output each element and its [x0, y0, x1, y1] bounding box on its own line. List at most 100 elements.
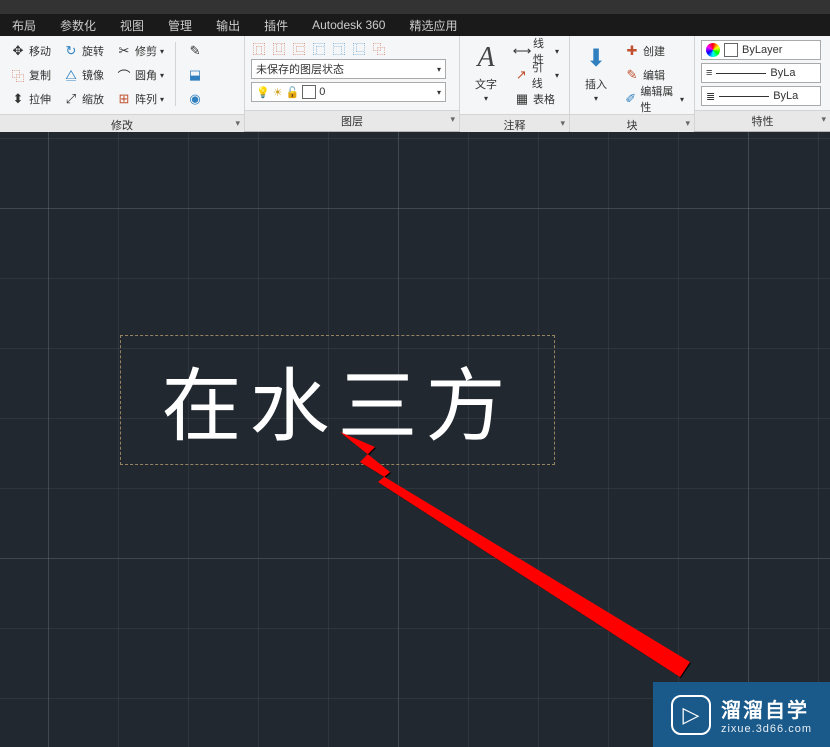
layer-tool-1[interactable]: ⿵ [251, 40, 267, 56]
layer-combo[interactable]: 💡 ☀ 🔓 0 ▾ [251, 82, 446, 102]
panel-dropdown-icon[interactable]: ▾ [235, 118, 240, 129]
stretch-button[interactable]: ⬍ 拉伸 [6, 88, 55, 110]
layer-tool-3[interactable]: ⿷ [291, 40, 307, 56]
panel-block: ⬇ 插入 ▾ ✚ 创建 ✎ 编辑 ✐ 编辑属性 ▾ [570, 36, 695, 131]
layer-tool-6[interactable]: ⿺ [351, 40, 367, 56]
layer-state-combo[interactable]: 未保存的图层状态 ▾ [251, 59, 446, 79]
color-swatch [724, 43, 738, 57]
layer-tool-7[interactable]: ⿻ [371, 40, 387, 56]
menu-parametric[interactable]: 参数化 [50, 14, 106, 37]
scale-button[interactable]: ⤢ 缩放 [59, 88, 108, 110]
editattr-button[interactable]: ✐ 编辑属性 ▾ [620, 88, 688, 110]
panel-dropdown-icon[interactable]: ▾ [450, 114, 455, 125]
panel-dropdown-icon[interactable]: ▾ [685, 118, 690, 129]
trim-label: 修剪 [135, 43, 157, 59]
panel-dropdown-icon[interactable]: ▾ [821, 114, 826, 125]
array-button[interactable]: ⊞ 阵列 ▾ [112, 88, 168, 110]
lineweight-label: ByLa [770, 67, 795, 79]
linetype-sample [719, 96, 769, 97]
trim-icon: ✂ [116, 43, 132, 59]
array-label: 阵列 [135, 91, 157, 107]
leader-label: 引线 [532, 59, 552, 91]
move-icon: ✥ [10, 43, 26, 59]
ribbon: ✥ 移动 ⿻ 复制 ⬍ 拉伸 ↻ 旋转 ⧋ 镜像 [0, 36, 830, 132]
layer-color-swatch [302, 85, 316, 99]
create-label: 创建 [643, 43, 665, 59]
drawing-canvas[interactable]: 在水三方 ▷ 溜溜自学 zixue.3d66.com [0, 132, 830, 747]
menu-plugins[interactable]: 插件 [254, 14, 298, 37]
table-icon: ▦ [514, 91, 530, 107]
stretch-label: 拉伸 [29, 91, 51, 107]
leader-button[interactable]: ↗ 引线 ▾ [510, 64, 563, 86]
fillet-button[interactable]: ⌒ 圆角 ▾ [112, 64, 168, 86]
table-button[interactable]: ▦ 表格 [510, 88, 563, 110]
lineweight-icon: ≡ [706, 67, 712, 79]
panel-properties-title: 特性 ▾ [695, 110, 830, 131]
menu-manage[interactable]: 管理 [158, 14, 202, 37]
scale-icon: ⤢ [63, 91, 79, 107]
create-button[interactable]: ✚ 创建 [620, 40, 688, 62]
layer-tool-4[interactable]: ⿸ [311, 40, 327, 56]
rotate-icon: ↻ [63, 43, 79, 59]
text-entity[interactable]: 在水三方 [120, 335, 555, 465]
panel-layers: ⿵ ⿶ ⿷ ⿸ ⿹ ⿺ ⿻ 未保存的图层状态 ▾ 💡 ☀ 🔓 0 [245, 36, 460, 131]
layer-tool-5[interactable]: ⿹ [331, 40, 347, 56]
offset-button[interactable]: ◉ [183, 88, 207, 110]
panel-layers-title: 图层 ▾ [245, 110, 459, 131]
menu-view[interactable]: 视图 [110, 14, 154, 37]
fillet-label: 圆角 [135, 67, 157, 83]
insert-icon: ⬇ [580, 42, 612, 74]
mirror-button[interactable]: ⧋ 镜像 [59, 64, 108, 86]
copy-button[interactable]: ⿻ 复制 [6, 64, 55, 86]
watermark-sub: zixue.3d66.com [721, 723, 812, 735]
copy-icon: ⿻ [10, 67, 26, 83]
sun-icon: ☀ [273, 86, 283, 99]
layer-tool-2[interactable]: ⿶ [271, 40, 287, 56]
panel-dropdown-icon[interactable]: ▾ [560, 118, 565, 129]
play-icon: ▷ [671, 695, 711, 735]
linetype-icon: ≣ [706, 90, 715, 103]
menu-layout[interactable]: 布局 [2, 14, 46, 37]
move-label: 移动 [29, 43, 51, 59]
move-button[interactable]: ✥ 移动 [6, 40, 55, 62]
editattr-label: 编辑属性 [640, 83, 677, 115]
panel-annotation: A 文字 ▾ ⟷ 线性 ▾ ↗ 引线 ▾ ▦ 表格 [460, 36, 570, 131]
fillet-icon: ⌒ [116, 67, 132, 83]
text-label: 文字 [475, 76, 497, 92]
stretch-icon: ⬍ [10, 91, 26, 107]
linetype-combo[interactable]: ≣ ByLa [701, 86, 821, 106]
menu-featured[interactable]: 精选应用 [399, 14, 467, 37]
color-wheel-icon [706, 43, 720, 57]
create-icon: ✚ [624, 43, 640, 59]
lineweight-combo[interactable]: ≡ ByLa [701, 63, 821, 83]
linetype-label: ByLa [773, 90, 798, 102]
trim-button[interactable]: ✂ 修剪 ▾ [112, 40, 168, 62]
erase-button[interactable]: ✎ [183, 40, 207, 62]
insert-label: 插入 [585, 76, 607, 92]
menu-output[interactable]: 输出 [206, 14, 250, 37]
editattr-icon: ✐ [624, 91, 637, 107]
watermark-title: 溜溜自学 [721, 694, 812, 723]
edit-label: 编辑 [643, 67, 665, 83]
array-icon: ⊞ [116, 91, 132, 107]
menu-autodesk360[interactable]: Autodesk 360 [302, 15, 395, 35]
lock-icon: 🔓 [286, 86, 300, 99]
watermark: ▷ 溜溜自学 zixue.3d66.com [653, 682, 830, 747]
mirror-label: 镜像 [82, 67, 104, 83]
text-button[interactable]: A 文字 ▾ [466, 40, 506, 110]
table-label: 表格 [533, 91, 555, 107]
explode-button[interactable]: ⬓ [183, 64, 207, 86]
panel-modify: ✥ 移动 ⿻ 复制 ⬍ 拉伸 ↻ 旋转 ⧋ 镜像 [0, 36, 245, 131]
title-bar [0, 0, 830, 14]
lightbulb-icon: 💡 [256, 86, 270, 99]
mirror-icon: ⧋ [63, 67, 79, 83]
erase-icon: ✎ [187, 43, 203, 59]
lineweight-sample [716, 73, 766, 74]
offset-icon: ◉ [187, 91, 203, 107]
insert-button[interactable]: ⬇ 插入 ▾ [576, 40, 616, 110]
edit-icon: ✎ [624, 67, 640, 83]
color-combo[interactable]: ByLayer [701, 40, 821, 60]
linear-icon: ⟷ [514, 43, 530, 59]
rotate-button[interactable]: ↻ 旋转 [59, 40, 108, 62]
color-label: ByLayer [742, 44, 782, 56]
